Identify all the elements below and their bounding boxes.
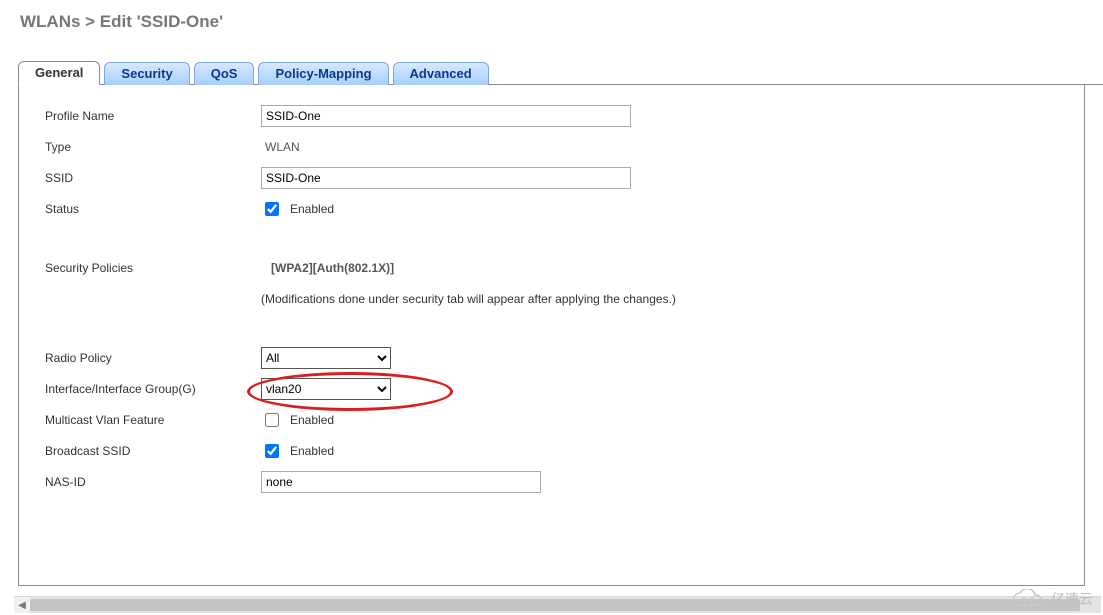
scroll-track[interactable] — [30, 597, 1101, 613]
tab-advanced[interactable]: Advanced — [393, 62, 489, 85]
tab-policy-mapping[interactable]: Policy-Mapping — [258, 62, 388, 85]
nas-id-input[interactable] — [261, 471, 541, 493]
security-policies-value: [WPA2][Auth(802.1X)] — [261, 261, 394, 275]
cloud-icon — [1011, 589, 1045, 609]
general-panel: Profile Name Type WLAN SSID Status Enabl… — [18, 85, 1085, 586]
interface-group-label: Interface/Interface Group(G) — [45, 382, 261, 396]
broadcast-enabled-text: Enabled — [290, 444, 334, 458]
status-label: Status — [45, 202, 261, 216]
ssid-label: SSID — [45, 171, 261, 185]
profile-name-label: Profile Name — [45, 109, 261, 123]
watermark-text: 亿速云 — [1051, 589, 1093, 609]
security-policies-label: Security Policies — [45, 261, 261, 275]
type-value: WLAN — [261, 140, 300, 154]
multicast-enabled-text: Enabled — [290, 413, 334, 427]
broadcast-ssid-checkbox[interactable] — [265, 444, 279, 458]
broadcast-ssid-label: Broadcast SSID — [45, 444, 261, 458]
watermark: 亿速云 — [1011, 589, 1093, 609]
security-policies-note: (Modifications done under security tab w… — [261, 292, 676, 306]
nas-id-label: NAS-ID — [45, 475, 261, 489]
breadcrumb: WLANs > Edit 'SSID-One' — [0, 0, 1103, 32]
tab-qos[interactable]: QoS — [194, 62, 255, 85]
scroll-thumb[interactable] — [30, 599, 1080, 611]
tab-bar: General Security QoS Policy-Mapping Adva… — [18, 60, 1103, 85]
status-checkbox[interactable] — [265, 202, 279, 216]
status-enabled-text: Enabled — [290, 202, 334, 216]
ssid-input[interactable] — [261, 167, 631, 189]
multicast-vlan-checkbox[interactable] — [265, 413, 279, 427]
radio-policy-label: Radio Policy — [45, 351, 261, 365]
type-label: Type — [45, 140, 261, 154]
interface-group-select[interactable]: vlan20 — [261, 378, 391, 400]
profile-name-input[interactable] — [261, 105, 631, 127]
radio-policy-select[interactable]: All — [261, 347, 391, 369]
tab-general[interactable]: General — [18, 61, 100, 85]
tab-security[interactable]: Security — [104, 62, 189, 85]
scroll-left-icon[interactable]: ◀ — [14, 597, 30, 613]
multicast-vlan-label: Multicast Vlan Feature — [45, 413, 261, 427]
horizontal-scrollbar[interactable]: ◀ — [14, 596, 1101, 613]
